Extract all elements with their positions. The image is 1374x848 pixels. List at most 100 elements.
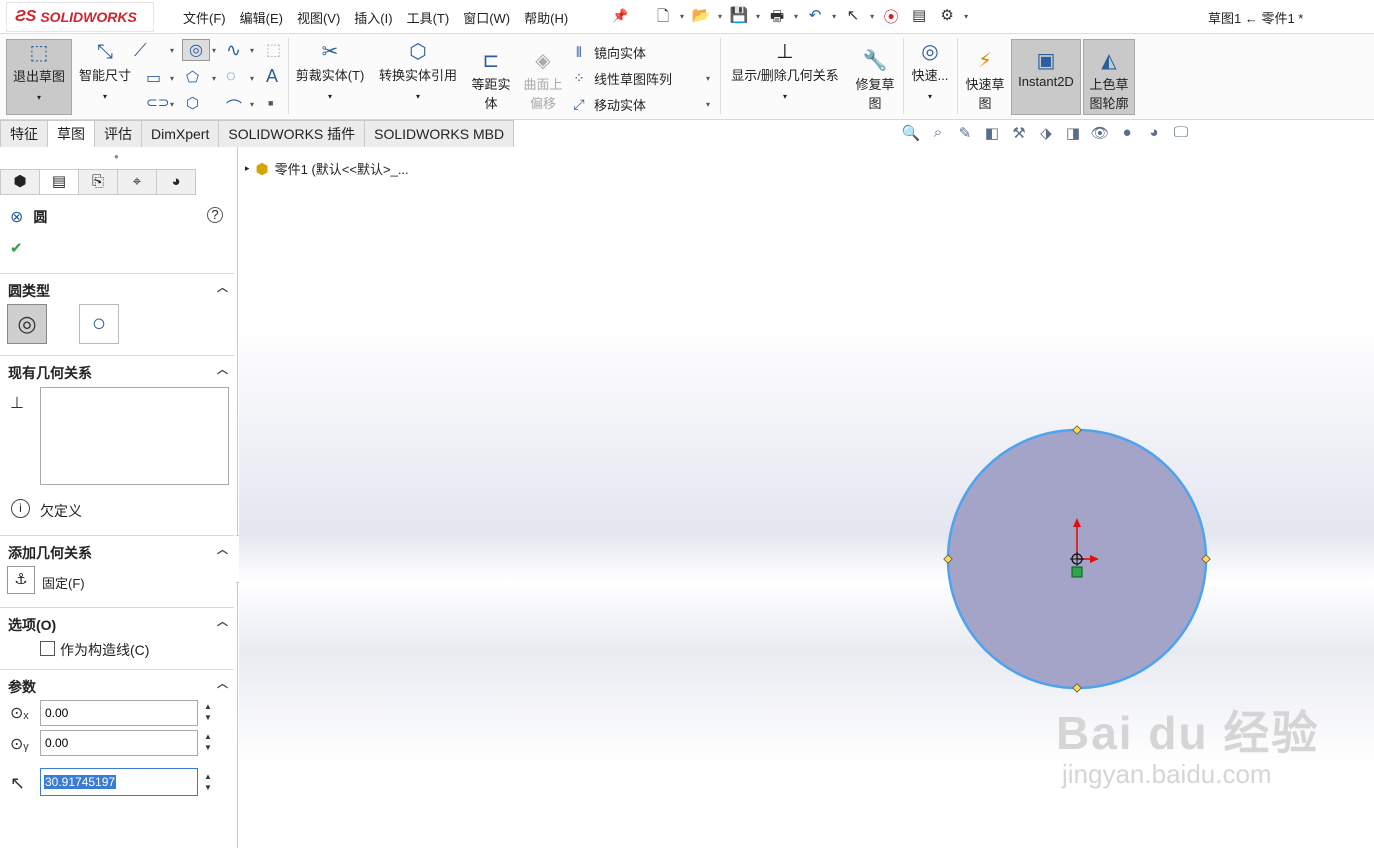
undo-dropdown-icon[interactable]: ▾: [832, 12, 836, 21]
shaded-sketch-contours-button[interactable]: ◭ 上色草 图轮廓: [1083, 39, 1135, 115]
tab-sketch[interactable]: 草图: [47, 120, 95, 147]
undo-icon[interactable]: ↶: [804, 6, 826, 26]
move-dropdown-icon[interactable]: ▾: [706, 100, 710, 109]
chevron-up-icon[interactable]: ︿: [217, 541, 228, 557]
save-dropdown-icon[interactable]: ▾: [756, 12, 760, 21]
tab-dimxpert[interactable]: DimXpert: [141, 120, 220, 147]
trim-entities-button[interactable]: ✂ 剪裁实体(T) ▾: [292, 39, 368, 115]
offset-entities-button[interactable]: ⊏ 等距实 体: [468, 48, 514, 114]
repair-sketch-button[interactable]: 🔧 修复草 图: [850, 48, 900, 114]
zoom-to-area-icon[interactable]: ⌕: [927, 124, 949, 142]
pin-icon[interactable]: 📌: [612, 8, 628, 24]
help-icon[interactable]: ?: [207, 207, 223, 223]
arc-dropdown-icon[interactable]: ▾: [250, 74, 254, 83]
menu-tools[interactable]: 工具(T): [407, 8, 450, 27]
apply-scene-icon[interactable]: ◕: [1143, 124, 1165, 142]
existing-relations-list[interactable]: [40, 387, 229, 485]
display-relations-dropdown-icon[interactable]: ▾: [724, 92, 846, 101]
configurationmanager-tab-icon[interactable]: ⎘: [78, 169, 118, 195]
quick-snaps-dropdown-icon[interactable]: ▾: [906, 92, 954, 101]
circle-tool-icon[interactable]: ◎: [182, 39, 210, 61]
section-add-relations[interactable]: 添加几何关系 ︿: [0, 535, 234, 561]
linear-pattern-dropdown-icon[interactable]: ▾: [706, 74, 710, 83]
perimeter-circle-type-button[interactable]: ○: [79, 304, 119, 344]
smart-dimension-dropdown-icon[interactable]: ▾: [74, 92, 136, 101]
section-existing-relations[interactable]: 现有几何关系 ︿: [0, 355, 234, 381]
new-dropdown-icon[interactable]: ▾: [680, 12, 684, 21]
center-y-input[interactable]: [40, 730, 198, 756]
move-entities-button[interactable]: ⤢ 移动实体: [570, 95, 646, 114]
slot-tool-icon[interactable]: ⊂⊃: [146, 94, 169, 111]
display-style-icon[interactable]: ◨: [1062, 124, 1084, 142]
view-settings-icon[interactable]: 🖵: [1170, 124, 1192, 142]
edit-appearance-icon[interactable]: ●: [1116, 124, 1138, 142]
rebuild-traffic-light-icon[interactable]: ⦿: [880, 6, 902, 26]
plane-tool-icon[interactable]: ⬚: [266, 40, 281, 60]
featuremanager-tab-icon[interactable]: ⬢: [0, 169, 40, 195]
propertymanager-tab-icon[interactable]: ▤: [39, 169, 79, 195]
tab-evaluate[interactable]: 评估: [94, 120, 142, 147]
line-tool-icon[interactable]: ⟋: [134, 40, 147, 61]
menu-window[interactable]: 窗口(W): [463, 8, 510, 27]
save-icon[interactable]: 💾: [728, 6, 750, 26]
displaymanager-tab-icon[interactable]: ◕: [156, 169, 196, 195]
dimxpertmanager-tab-icon[interactable]: ⌖: [117, 169, 157, 195]
spline-tool-icon[interactable]: ∿: [226, 40, 241, 61]
tab-mbd[interactable]: SOLIDWORKS MBD: [364, 120, 515, 147]
panel-collapse-dot[interactable]: ●: [114, 152, 119, 161]
spline-dropdown-icon[interactable]: ▾: [250, 46, 254, 55]
section-parameters[interactable]: 参数 ︿: [0, 669, 234, 695]
dynamic-annotation-icon[interactable]: ⚒: [1008, 124, 1030, 142]
point-tool-icon[interactable]: ■: [268, 98, 273, 108]
slot-dropdown-icon[interactable]: ▾: [170, 100, 174, 109]
center-x-input[interactable]: [40, 700, 198, 726]
convert-dropdown-icon[interactable]: ▾: [372, 92, 464, 101]
circle-dropdown-icon[interactable]: ▾: [212, 46, 216, 55]
section-circle-type[interactable]: 圆类型 ︿: [0, 273, 234, 299]
radius-spinner[interactable]: ▲ ▼: [204, 771, 212, 793]
new-file-icon[interactable]: 🗋: [652, 6, 674, 26]
rapid-sketch-button[interactable]: ⚡ 快速草 图: [960, 48, 1010, 114]
quick-snaps-button[interactable]: ◎ 快速... ▾: [906, 39, 954, 115]
display-relations-button[interactable]: ⊥ 显示/删除几何关系 ▾: [724, 39, 846, 115]
convert-entities-button[interactable]: ⬡ 转换实体引用 ▾: [372, 39, 464, 115]
polygon-dropdown-icon[interactable]: ▾: [212, 74, 216, 83]
construction-checkbox[interactable]: [40, 641, 55, 656]
rectangle-dropdown-icon[interactable]: ▾: [170, 74, 174, 83]
trim-dropdown-icon[interactable]: ▾: [292, 92, 368, 101]
menu-help[interactable]: 帮助(H): [524, 8, 568, 27]
solidworks-logo[interactable]: ƧS SOLIDWORKS: [6, 2, 154, 32]
smart-dimension-button[interactable]: ⤡ 智能尺寸 ▾: [74, 39, 136, 115]
menu-file[interactable]: 文件(F): [183, 8, 226, 27]
open-dropdown-icon[interactable]: ▾: [718, 12, 722, 21]
section-options[interactable]: 选项(O) ︿: [0, 607, 234, 633]
zoom-to-fit-icon[interactable]: 🔍: [900, 124, 922, 142]
file-properties-icon[interactable]: ▤: [908, 6, 930, 26]
instant2d-button[interactable]: ▣ Instant2D: [1011, 39, 1081, 115]
linear-pattern-button[interactable]: ⁘ 线性草图阵列: [570, 69, 672, 88]
exit-sketch-dropdown-icon[interactable]: ▾: [7, 93, 71, 102]
center-x-spinner[interactable]: ▲ ▼: [204, 701, 212, 723]
chevron-up-icon[interactable]: ︿: [217, 675, 228, 691]
fix-relation-button[interactable]: ⚓: [7, 566, 35, 594]
view-orientation-icon[interactable]: ⬗: [1035, 124, 1057, 142]
exit-sketch-button[interactable]: ⬚ 退出草图 ▾: [6, 39, 72, 115]
graphics-area[interactable]: ▸ ⬢ 零件1 (默认<<默认>_... Bai du 经验 jingyan.b…: [239, 147, 1374, 848]
chevron-up-icon[interactable]: ︿: [217, 361, 228, 377]
tab-features[interactable]: 特征: [0, 120, 48, 147]
ellipse-tool-icon[interactable]: ⬡: [186, 94, 199, 112]
center-circle-type-button[interactable]: ◎: [7, 304, 47, 344]
radius-input[interactable]: 30.91745197: [40, 768, 198, 796]
text-tool-icon[interactable]: A: [266, 66, 278, 87]
rectangle-tool-icon[interactable]: ▭: [146, 68, 161, 88]
menu-insert[interactable]: 插入(I): [354, 8, 392, 27]
ok-checkmark-icon[interactable]: ✔: [10, 239, 23, 257]
chevron-up-icon[interactable]: ︿: [217, 279, 228, 295]
tab-addins[interactable]: SOLIDWORKS 插件: [218, 120, 366, 147]
print-dropdown-icon[interactable]: ▾: [794, 12, 798, 21]
select-cursor-icon[interactable]: ↖: [842, 6, 864, 26]
hide-show-items-icon[interactable]: 👁: [1089, 124, 1111, 142]
mirror-entities-button[interactable]: ⫴ 镜向实体: [570, 43, 646, 62]
options-gear-icon[interactable]: ⚙: [936, 6, 958, 26]
menu-edit[interactable]: 编辑(E): [240, 8, 283, 27]
